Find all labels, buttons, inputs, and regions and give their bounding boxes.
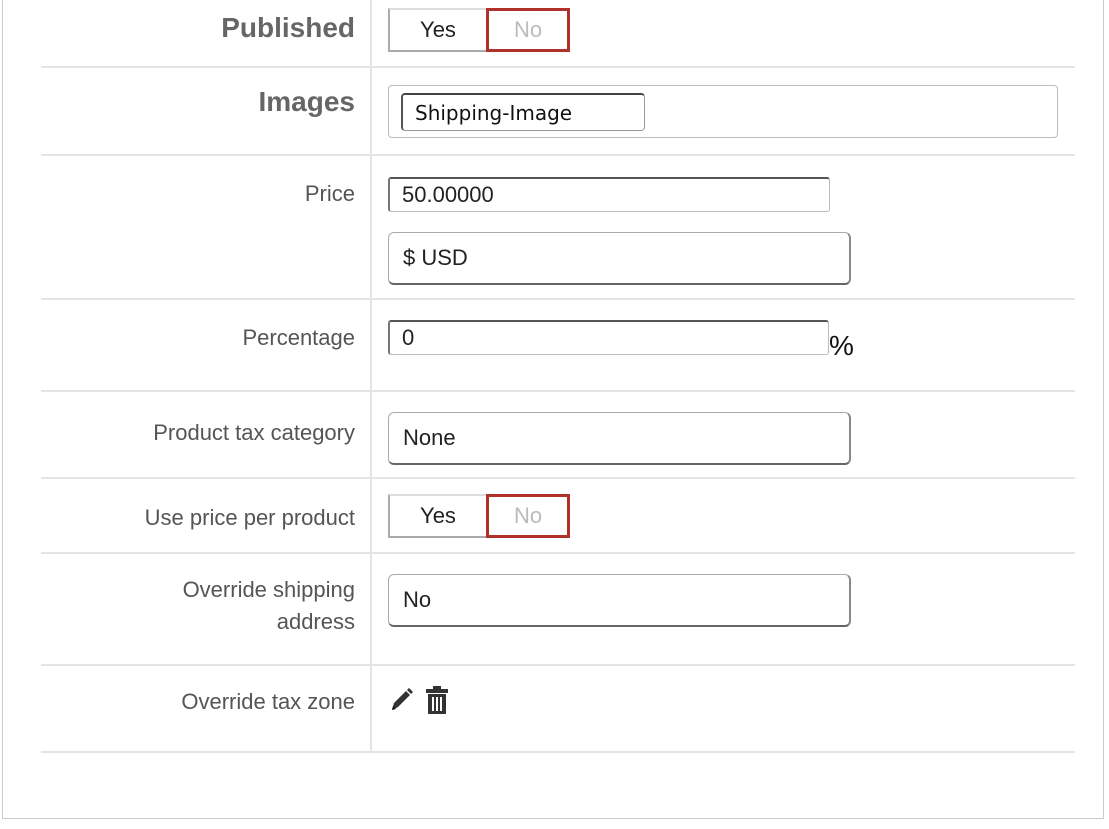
override-shipping-select[interactable]: No bbox=[388, 574, 851, 627]
override-shipping-label: Override shipping address bbox=[183, 574, 355, 638]
currency-select[interactable]: $ USD bbox=[388, 232, 851, 285]
row-divider bbox=[41, 751, 1075, 753]
price-per-product-label: Use price per product bbox=[144, 505, 355, 530]
row-divider bbox=[41, 298, 1075, 300]
tax-category-label: Product tax category bbox=[153, 420, 355, 445]
override-shipping-label-line1: Override shipping bbox=[182, 577, 355, 602]
trash-icon[interactable] bbox=[424, 684, 450, 721]
published-label: Published bbox=[221, 12, 355, 43]
published-yes-button[interactable]: Yes bbox=[388, 8, 486, 52]
row-divider bbox=[41, 66, 1075, 68]
price-per-product-no-button[interactable]: No bbox=[486, 494, 570, 538]
override-shipping-label-line2: address bbox=[276, 609, 355, 634]
image-chip[interactable]: Shipping-Image bbox=[401, 93, 645, 131]
published-toggle[interactable]: Yes No bbox=[388, 8, 570, 52]
column-divider bbox=[370, 0, 372, 752]
row-divider bbox=[41, 552, 1075, 554]
override-tax-zone-label: Override tax zone bbox=[181, 689, 355, 714]
price-label: Price bbox=[304, 181, 355, 206]
tax-category-select[interactable]: None bbox=[388, 412, 851, 465]
row-divider bbox=[41, 390, 1075, 392]
images-label: Images bbox=[258, 86, 356, 117]
row-divider bbox=[41, 154, 1075, 156]
row-divider bbox=[41, 664, 1075, 666]
price-input[interactable]: 50.00000 bbox=[388, 177, 830, 212]
row-divider bbox=[41, 477, 1075, 479]
price-per-product-toggle[interactable]: Yes No bbox=[388, 494, 570, 538]
price-per-product-yes-button[interactable]: Yes bbox=[388, 494, 486, 538]
published-no-button[interactable]: No bbox=[486, 8, 570, 52]
percentage-input[interactable]: 0 bbox=[388, 320, 829, 355]
percent-unit: % bbox=[829, 330, 854, 361]
percentage-label: Percentage bbox=[242, 325, 355, 350]
pencil-icon[interactable] bbox=[388, 686, 414, 719]
